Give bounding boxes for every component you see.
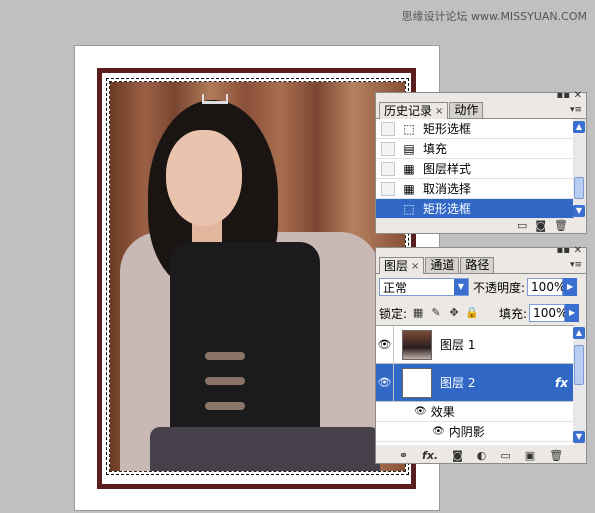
close-icon[interactable]: ✕ [574,91,582,101]
history-bottom-bar: ▭ ◙ 🗑 [376,217,586,233]
adjustment-icon[interactable]: ◐ [477,449,487,462]
lock-all-icon[interactable]: 🔒 [465,306,479,320]
tab-paths[interactable]: 路径 [460,257,495,273]
fill-slider-icon[interactable]: ▶ [565,304,580,322]
folder-icon[interactable]: ▭ [500,449,510,462]
history-snapshot-checkbox[interactable] [381,161,395,176]
trash-icon[interactable]: 🗑 [554,219,568,232]
fill-field[interactable]: 100% [529,304,567,322]
layer-name: 图层 1 [440,338,476,352]
panel-menu-icon[interactable]: ▾≡ [570,260,582,270]
mask-icon[interactable]: ◙ [452,449,463,462]
layers-bottom-bar: ⚭ fx. ◙ ◐ ▭ ▣ 🗑 [376,447,586,463]
scroll-down-icon[interactable]: ▼ [573,431,585,443]
lock-pixels-icon[interactable]: ✎ [429,306,443,320]
history-scrollbar[interactable]: ▲ ▼ [573,121,585,217]
selection-marquee-inner [109,81,406,472]
history-state-pointer-icon[interactable] [381,201,395,216]
history-item-label: 矩形选框 [423,122,472,136]
history-item-label: 填充 [423,142,448,156]
fx-icon[interactable]: fx [555,376,568,390]
effects-label: 效果 [430,405,455,419]
scroll-up-icon[interactable]: ▲ [573,121,585,133]
inner-shadow-row[interactable]: 👁 内阴影 [376,422,574,442]
history-snapshot-checkbox[interactable] [381,181,395,196]
fx-button[interactable]: fx. [422,449,438,462]
history-item[interactable]: ⬚ 矩形选框 [376,119,574,139]
fill-icon: ▤ [403,141,415,156]
history-list: ⬚ 矩形选框 ▤ 填充 ▦ 图层样式 ▦ 取消选择 ⬚ 矩形选框 [376,119,574,219]
lock-label: 锁定: [379,306,408,321]
layers-list: 👁 图层 1 👁 图层 2 fx 👁 效果 👁 内阴影 [376,325,574,445]
history-item[interactable]: ▦ 取消选择 [376,179,574,199]
close-icon[interactable]: ✕ [574,246,582,256]
layer-style-icon: ▦ [403,161,415,176]
layer-row-selected[interactable]: 👁 图层 2 fx [376,363,574,402]
history-item[interactable]: ▦ 图层样式 [376,159,574,179]
chevron-down-icon[interactable]: ▼ [454,279,468,295]
new-document-icon[interactable]: ▭ [517,219,527,232]
eye-icon[interactable]: 👁 [376,363,394,402]
history-item-selected[interactable]: ⬚ 矩形选框 [376,199,574,219]
trash-icon[interactable]: 🗑 [549,449,563,462]
scroll-up-icon[interactable]: ▲ [573,327,585,339]
marquee-icon: ⬚ [403,121,415,136]
lock-row: 锁定: ▦ ✎ ✥ 🔒 填充: 100% ▶ [379,304,583,322]
layer-row[interactable]: 👁 图层 1 [376,325,574,364]
new-layer-icon[interactable]: ▣ [525,449,535,462]
tab-channels[interactable]: 通道 [425,257,460,273]
layers-scrollbar[interactable]: ▲ ▼ [573,327,585,443]
eye-icon[interactable]: 👁 [414,406,427,417]
tab-layers-label: 图层 [384,258,409,273]
tab-history-label: 历史记录 [384,103,433,118]
blend-row: 正常 ▼ 不透明度: 100% ▶ [379,278,583,296]
layer-thumbnail [402,367,432,398]
opacity-label: 不透明度: [473,280,526,295]
opacity-field[interactable]: 100% [527,278,565,296]
effects-row[interactable]: 👁 效果 [376,402,574,422]
history-item-label: 矩形选框 [423,202,472,216]
tab-close-icon[interactable]: × [435,104,443,119]
inner-shadow-label: 内阴影 [448,425,485,439]
lock-transparent-icon[interactable]: ▦ [411,306,425,320]
eye-icon[interactable]: 👁 [432,426,445,437]
deselect-icon: ▦ [403,181,415,196]
marquee-icon: ⬚ [403,201,415,216]
eye-icon[interactable]: 👁 [376,325,394,364]
layer-name: 图层 2 [440,376,476,390]
scroll-down-icon[interactable]: ▼ [573,205,585,217]
history-snapshot-checkbox[interactable] [381,141,395,156]
fill-label: 填充: [499,306,528,321]
blend-mode-select[interactable]: 正常 ▼ [379,278,469,296]
panel-menu-icon[interactable]: ▾≡ [570,105,582,115]
history-tabs: 历史记录 × 动作 ▾≡ [376,102,586,119]
history-panel: ▪▪ ✕ 历史记录 × 动作 ▾≡ ⬚ 矩形选框 ▤ 填充 ▦ 图层样式 ▦ 取… [375,91,587,234]
tab-history[interactable]: 历史记录 × [379,102,449,119]
history-snapshot-checkbox[interactable] [381,121,395,136]
scroll-thumb[interactable] [574,345,584,385]
minimize-icon[interactable]: ▪▪ [556,91,570,101]
lock-position-icon[interactable]: ✥ [447,306,461,320]
tab-actions[interactable]: 动作 [449,102,484,118]
layer-thumbnail [402,329,432,360]
blend-mode-value: 正常 [383,280,408,295]
history-item-label: 取消选择 [423,182,472,196]
history-item[interactable]: ▤ 填充 [376,139,574,159]
minimize-icon[interactable]: ▪▪ [556,246,570,256]
history-item-label: 图层样式 [423,162,472,176]
scroll-thumb[interactable] [574,177,584,199]
opacity-slider-icon[interactable]: ▶ [563,278,578,296]
tab-paths-label: 路径 [465,258,490,272]
tab-close-icon[interactable]: × [411,259,419,274]
tab-layers[interactable]: 图层 × [379,257,425,274]
tab-channels-label: 通道 [430,258,455,272]
link-icon[interactable]: ⚭ [399,449,408,462]
layers-panel: ▪▪ ✕ 图层 × 通道 路径 ▾≡ 正常 ▼ 不透明度: 100% ▶ 锁定:… [375,246,587,464]
layers-tabs: 图层 × 通道 路径 ▾≡ [376,257,586,274]
tab-actions-label: 动作 [454,103,479,117]
snapshot-icon[interactable]: ◙ [535,219,546,232]
watermark: 思缘设计论坛 www.MISSYUAN.COM [401,10,587,23]
